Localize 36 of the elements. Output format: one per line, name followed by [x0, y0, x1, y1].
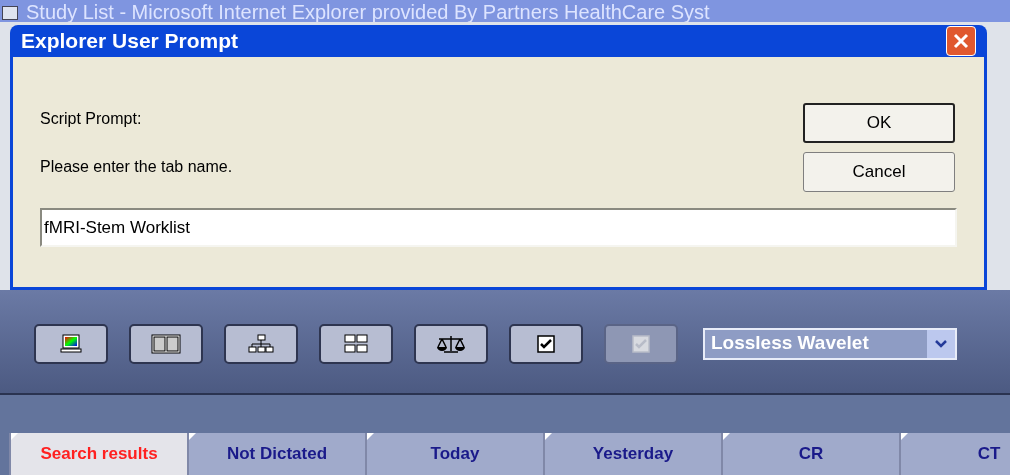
checkbox-icon: [537, 334, 555, 353]
tab[interactable]: CR: [721, 433, 899, 475]
monitor-icon: [60, 333, 82, 354]
checkbox-icon: [632, 334, 650, 353]
grid-icon: [344, 333, 368, 354]
corner-marker-icon: [367, 433, 375, 441]
tab[interactable]: Search results: [9, 433, 187, 475]
toolbar-button[interactable]: [319, 323, 393, 364]
corner-marker-icon: [901, 433, 909, 441]
dropdown-value: Lossless Wavelet: [710, 331, 870, 356]
corner-marker-icon: [189, 433, 197, 441]
prompt-message: Please enter the tab name.: [40, 157, 234, 177]
tab[interactable]: Today: [365, 433, 543, 475]
corner-marker-icon: [723, 433, 731, 441]
tab[interactable]: Not Dictated: [187, 433, 365, 475]
close-button[interactable]: [946, 26, 976, 56]
input-field[interactable]: fMRI-Stem Worklist: [40, 208, 957, 247]
toolbar-button[interactable]: [414, 323, 488, 364]
toolbar-button[interactable]: [129, 323, 203, 364]
two-panes-icon: [151, 333, 181, 354]
page-icon: [2, 6, 18, 20]
hierarchy-icon: [248, 333, 274, 354]
chevron-down-icon: [927, 329, 955, 358]
balance-scale-icon: [436, 333, 466, 354]
toolbar-button[interactable]: [509, 323, 583, 364]
dialog-button[interactable]: OK: [803, 103, 955, 143]
toolbar-button[interactable]: [224, 323, 298, 364]
tab[interactable]: Yesterday: [543, 433, 721, 475]
tab[interactable]: CT: [899, 433, 1010, 475]
toolbar-button[interactable]: [34, 323, 108, 364]
prompt-label: Script Prompt:: [40, 109, 143, 129]
corner-marker-icon: [11, 433, 19, 441]
dialog-button[interactable]: Cancel: [803, 152, 955, 192]
corner-marker-icon: [545, 433, 553, 441]
close-icon: [953, 33, 969, 49]
dialog-title: Explorer User Prompt: [21, 28, 240, 55]
